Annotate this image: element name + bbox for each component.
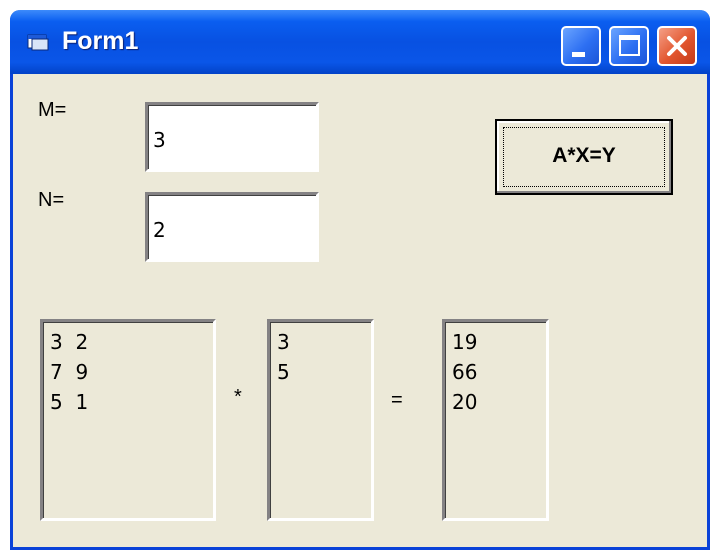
form-icon — [27, 33, 49, 51]
matrix-a-list[interactable]: 3 2 7 9 5 1 — [40, 319, 216, 521]
list-item[interactable]: 3 — [277, 327, 371, 357]
compute-button-label: A*X=Y — [552, 144, 616, 167]
minimize-button[interactable] — [561, 26, 601, 66]
list-item[interactable]: 5 1 — [50, 387, 213, 417]
multiply-sign: * — [234, 386, 242, 408]
close-button[interactable] — [657, 26, 697, 66]
list-item[interactable]: 3 2 — [50, 327, 213, 357]
form1-window: Form1 M= N= A*X=Y 3 2 7 9 5 1 * — [10, 10, 710, 550]
equals-sign: = — [391, 389, 403, 411]
n-label: N= — [38, 189, 65, 211]
list-item[interactable]: 5 — [277, 357, 371, 387]
m-input[interactable] — [145, 102, 319, 172]
close-icon — [667, 36, 687, 56]
n-input[interactable] — [145, 192, 319, 262]
maximize-icon — [619, 35, 640, 56]
minimize-icon — [572, 52, 585, 57]
list-item[interactable]: 19 — [452, 327, 546, 357]
list-item[interactable]: 20 — [452, 387, 546, 417]
m-label: M= — [38, 99, 67, 121]
compute-button[interactable]: A*X=Y — [495, 119, 673, 195]
form-client-area: M= N= A*X=Y 3 2 7 9 5 1 * 3 5 = 19 66 20 — [13, 74, 707, 550]
window-title: Form1 — [62, 27, 139, 55]
maximize-button[interactable] — [609, 26, 649, 66]
list-item[interactable]: 7 9 — [50, 357, 213, 387]
vector-x-list[interactable]: 3 5 — [267, 319, 374, 521]
vector-y-list[interactable]: 19 66 20 — [442, 319, 549, 521]
list-item[interactable]: 66 — [452, 357, 546, 387]
title-bar[interactable]: Form1 — [10, 10, 710, 74]
